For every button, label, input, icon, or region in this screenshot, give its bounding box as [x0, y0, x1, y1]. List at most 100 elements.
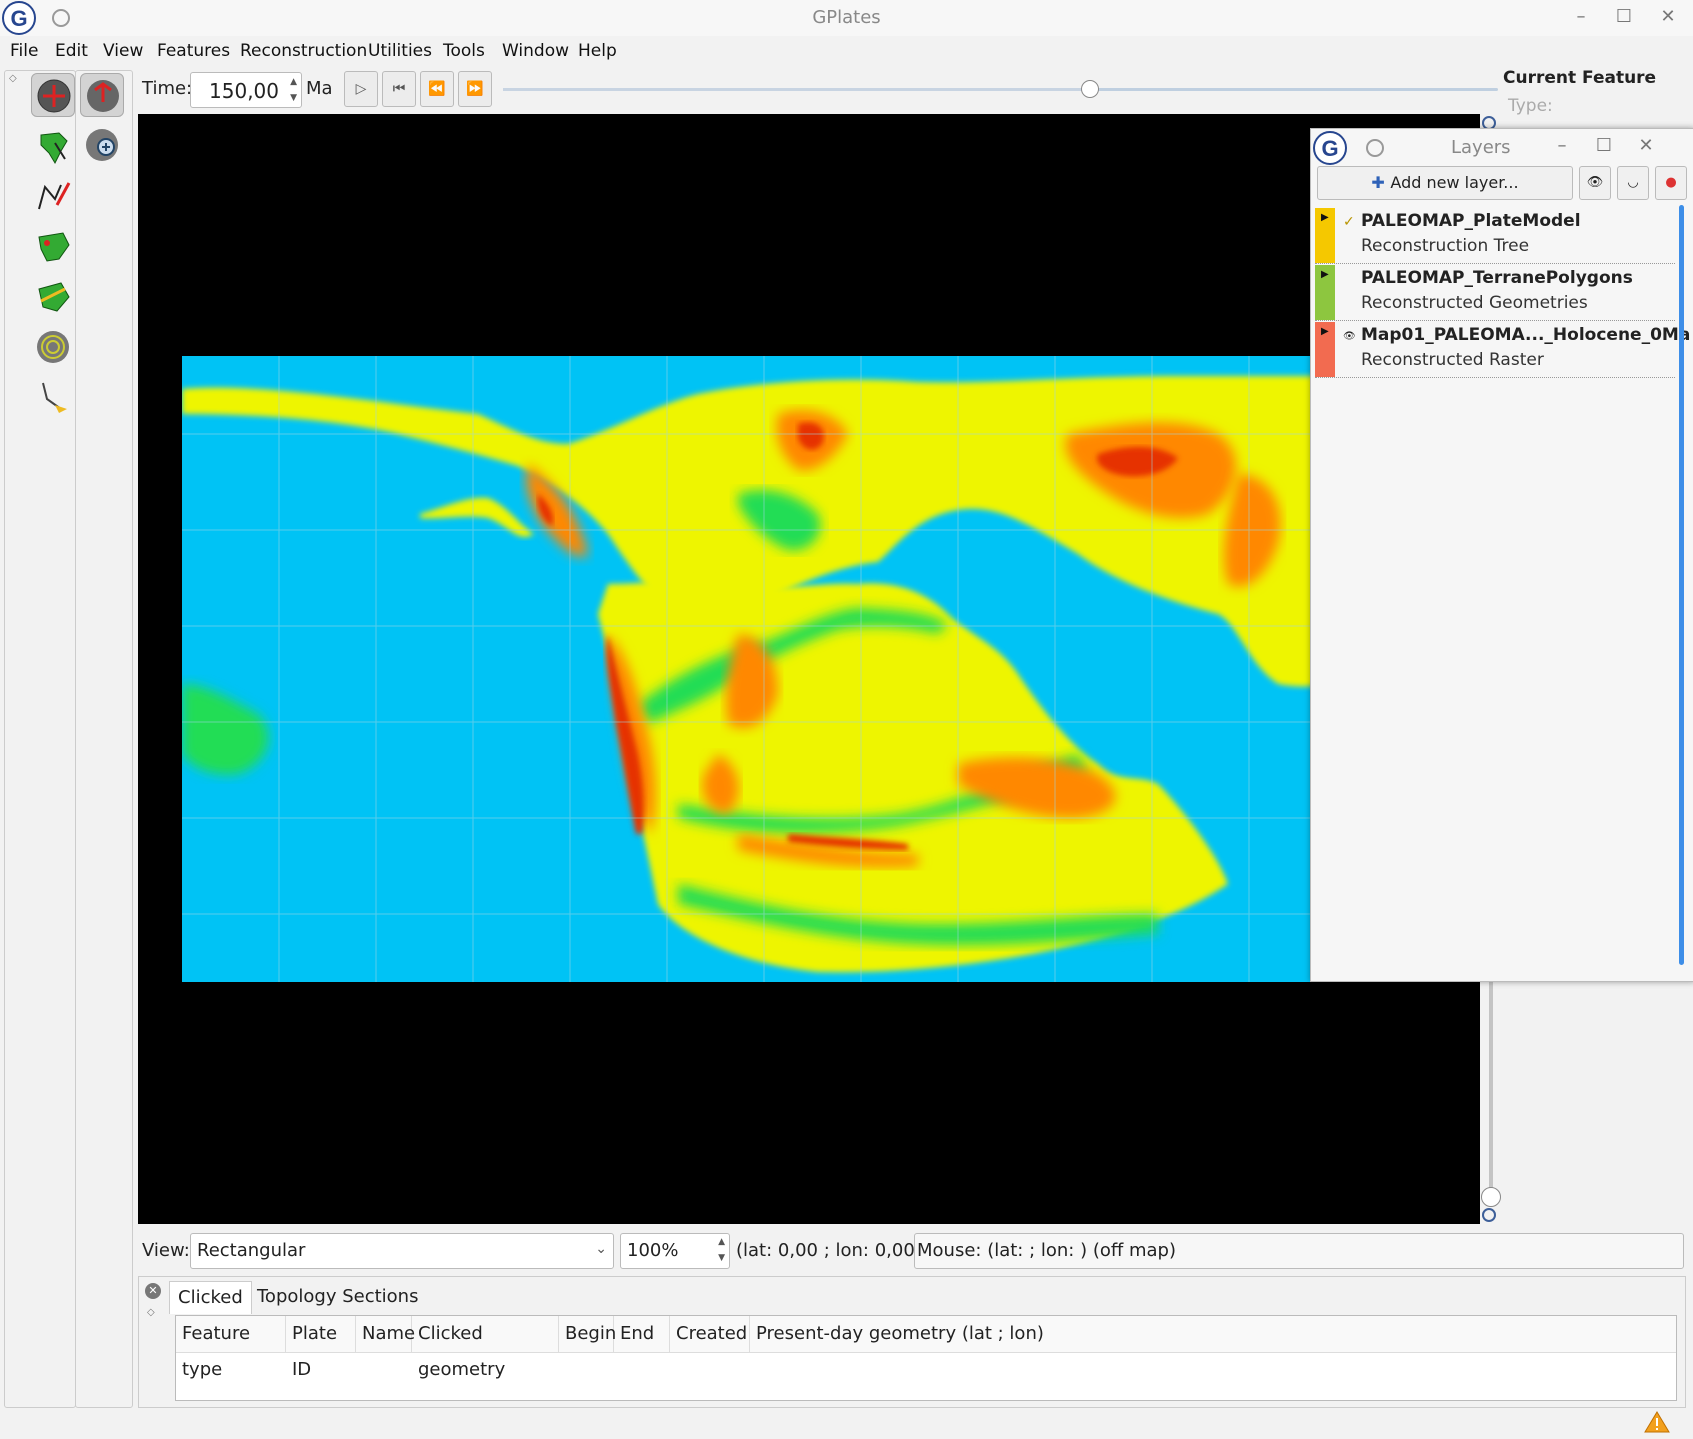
- column-header[interactable]: Name: [356, 1316, 415, 1352]
- layer-type: Reconstruction Tree: [1361, 236, 1530, 256]
- time-slider[interactable]: [503, 80, 1498, 98]
- mouse-coordinates: Mouse: (lat: ; lon: ) (off map): [917, 1240, 1176, 1261]
- current-feature-type-label: Type:: [1508, 96, 1553, 116]
- tool-palette-secondary: [75, 70, 133, 1408]
- tab-topology-sections[interactable]: Topology Sections: [249, 1281, 426, 1313]
- status-bar: [0, 1408, 1693, 1439]
- zoom-slider-handle[interactable]: [1481, 1187, 1501, 1207]
- digitise-geometry-icon: [38, 182, 71, 210]
- column-header[interactable]: Plate ID: [286, 1316, 356, 1380]
- step-forward-button[interactable]: ⏩: [458, 71, 492, 107]
- dock-handle-icon[interactable]: ◇: [147, 1307, 155, 1318]
- column-header[interactable]: Feature type: [176, 1316, 286, 1380]
- projection-select[interactable]: Rectangular ⌄: [190, 1233, 614, 1269]
- layer-type: Reconstructed Raster: [1361, 350, 1544, 370]
- zoom-value[interactable]: 100%: [627, 1240, 678, 1261]
- choose-feature-tool[interactable]: [31, 125, 75, 169]
- menu-view[interactable]: View: [103, 41, 143, 61]
- digitise-geometry-tool[interactable]: [31, 175, 75, 219]
- build-topology-icon: [38, 232, 70, 262]
- zoom-tool[interactable]: [80, 123, 124, 167]
- layers-scrollbar[interactable]: [1679, 205, 1684, 965]
- hide-all-layers-button[interactable]: ◡: [1617, 166, 1649, 200]
- add-new-layer-button[interactable]: ✚ Add new layer...: [1317, 166, 1573, 200]
- chevron-down-icon: ⌄: [595, 1241, 607, 1257]
- show-all-layers-button[interactable]: 👁: [1579, 166, 1611, 200]
- zoom-spinbox[interactable]: 100% ▲ ▼: [620, 1233, 730, 1269]
- column-header[interactable]: Created: [670, 1316, 750, 1352]
- spin-up-icon[interactable]: ▲: [718, 1237, 725, 1247]
- menu-window[interactable]: Window: [502, 41, 569, 61]
- drag-globe-icon: [37, 79, 71, 113]
- spin-down-icon[interactable]: ▼: [718, 1253, 725, 1263]
- build-topology-tool[interactable]: [31, 225, 75, 269]
- expand-arrow-icon[interactable]: ▶: [1321, 269, 1329, 280]
- drag-globe-tool[interactable]: [31, 73, 75, 117]
- maximize-icon[interactable]: ☐: [1589, 135, 1619, 156]
- edit-topology-tool[interactable]: [31, 275, 75, 319]
- zoom-out-icon[interactable]: [1482, 1208, 1496, 1222]
- measure-distance-tool[interactable]: [31, 325, 75, 369]
- spin-up-icon[interactable]: ▲: [290, 77, 297, 87]
- keep-above-icon[interactable]: [1366, 139, 1384, 157]
- close-icon[interactable]: ✕: [1653, 6, 1683, 27]
- column-header[interactable]: Begin: [559, 1316, 616, 1352]
- time-slider-handle[interactable]: [1081, 80, 1100, 98]
- map-canvas[interactable]: [138, 114, 1480, 1224]
- window-title: GPlates: [812, 7, 881, 28]
- layer-row[interactable]: ▶ 👁 Map01_PALEOMA..._Holocene_0Ma Recons…: [1315, 322, 1690, 378]
- close-icon[interactable]: ✕: [1631, 135, 1661, 156]
- feature-info-panel: ✕ ◇ Clicked Topology Sections Feature ty…: [138, 1276, 1686, 1408]
- layer-name[interactable]: PALEOMAP_PlateModel: [1361, 211, 1581, 231]
- default-layer-check-icon: ✓: [1343, 214, 1355, 230]
- warning-icon[interactable]: [1644, 1410, 1670, 1434]
- expand-arrow-icon[interactable]: ▶: [1321, 212, 1329, 223]
- dock-handle-icon[interactable]: ◇: [9, 73, 17, 84]
- layer-colour-strip[interactable]: ▶: [1315, 322, 1335, 377]
- minimize-icon[interactable]: –: [1566, 6, 1596, 27]
- spin-down-icon[interactable]: ▼: [290, 93, 297, 103]
- tab-clicked[interactable]: Clicked: [169, 1281, 252, 1314]
- layer-name[interactable]: Map01_PALEOMA..._Holocene_0Ma: [1361, 325, 1690, 345]
- paleo-raster-map: [182, 356, 1442, 982]
- visibility-eye-icon[interactable]: 👁: [1343, 331, 1356, 342]
- layer-colour-strip[interactable]: ▶: [1315, 208, 1335, 263]
- layer-name[interactable]: PALEOMAP_TerranePolygons: [1361, 268, 1633, 288]
- column-header[interactable]: Present-day geometry (lat ; lon): [750, 1316, 1676, 1352]
- step-back-icon: ⏪: [428, 81, 446, 97]
- menu-tools[interactable]: Tools: [443, 41, 485, 61]
- view-bar: View: Rectangular ⌄ 100% ▲ ▼ (lat: 0,00 …: [138, 1231, 1684, 1273]
- layer-colour-strip[interactable]: ▶: [1315, 265, 1335, 320]
- expand-arrow-icon[interactable]: ▶: [1321, 326, 1329, 337]
- minimize-icon[interactable]: –: [1547, 135, 1577, 156]
- layer-row[interactable]: ▶ PALEOMAP_TerranePolygons Reconstructed…: [1315, 265, 1675, 321]
- maximize-icon[interactable]: ☐: [1609, 6, 1639, 27]
- clicked-features-table[interactable]: Feature type Plate ID Name Clicked geome…: [175, 1315, 1677, 1401]
- play-button[interactable]: ▷: [344, 71, 378, 107]
- menu-edit[interactable]: Edit: [55, 41, 88, 61]
- menu-reconstruction[interactable]: Reconstruction: [240, 41, 367, 61]
- time-value[interactable]: 150,00: [209, 79, 279, 103]
- view-label: View:: [142, 1240, 190, 1261]
- time-spinbox[interactable]: 150,00 ▲ ▼: [190, 72, 302, 108]
- close-panel-icon[interactable]: ✕: [145, 1283, 161, 1299]
- rotate-globe-tool[interactable]: [80, 73, 124, 117]
- column-header[interactable]: Clicked geometry: [412, 1316, 559, 1380]
- layer-colours-button[interactable]: ●: [1655, 166, 1687, 200]
- menu-help[interactable]: Help: [578, 41, 617, 61]
- small-circle-tool[interactable]: [31, 375, 75, 419]
- column-header[interactable]: End: [614, 1316, 670, 1352]
- step-forward-icon: ⏩: [466, 81, 484, 97]
- menu-utilities[interactable]: Utilities: [368, 41, 432, 61]
- menu-file[interactable]: File: [10, 41, 38, 61]
- tool-palette: ◇: [4, 70, 76, 1408]
- layers-title: Layers: [1451, 137, 1511, 158]
- menu-features[interactable]: Features: [157, 41, 230, 61]
- step-back-button[interactable]: ⏪: [420, 71, 454, 107]
- time-toolbar: Time: 150,00 ▲ ▼ Ma ▷ ⏮ ⏪ ⏩: [138, 68, 1502, 112]
- title-bar: G GPlates – ☐ ✕: [0, 0, 1693, 36]
- eye-icon: 👁: [1586, 175, 1604, 190]
- layer-row[interactable]: ▶ ✓ PALEOMAP_PlateModel Reconstruction T…: [1315, 208, 1675, 264]
- menu-bar: File Edit View Features Reconstruction U…: [0, 36, 1693, 68]
- reset-time-button[interactable]: ⏮: [382, 71, 416, 107]
